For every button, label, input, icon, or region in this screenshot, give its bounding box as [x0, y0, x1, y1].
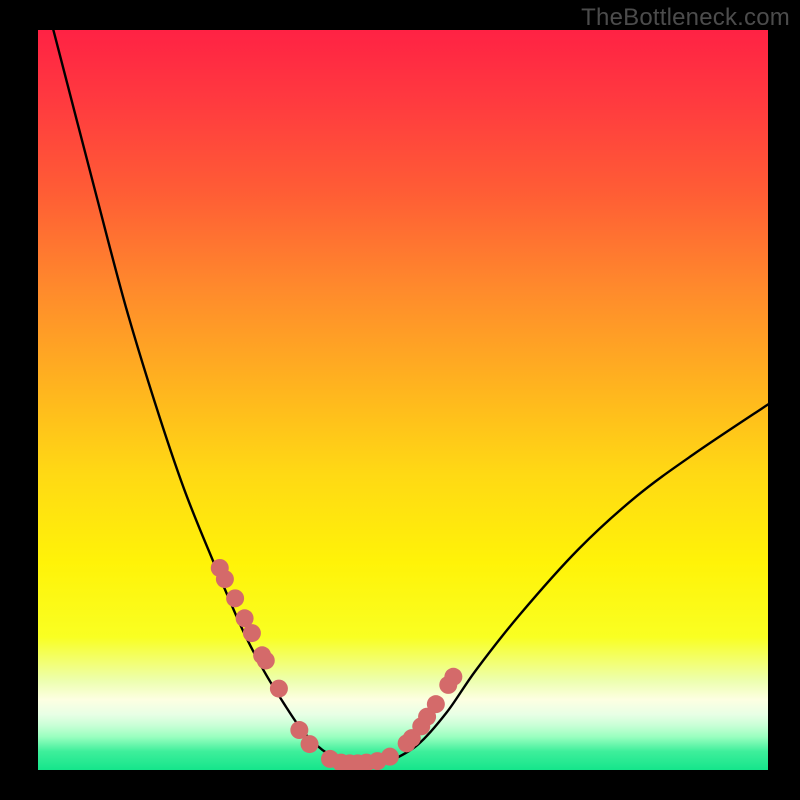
chart-curve-layer	[38, 30, 768, 770]
curve-marker	[257, 651, 275, 669]
curve-marker	[270, 680, 288, 698]
curve-marker	[243, 624, 261, 642]
chart-frame: TheBottleneck.com	[0, 0, 800, 800]
curve-marker	[444, 668, 462, 686]
curve-marker	[216, 570, 234, 588]
curve-marker	[381, 748, 399, 766]
attribution-text: TheBottleneck.com	[581, 4, 790, 32]
curve-marker	[226, 589, 244, 607]
curve-marker	[427, 695, 445, 713]
chart-plot-area	[38, 30, 768, 770]
curve-marker	[301, 735, 319, 753]
bottleneck-curve	[38, 30, 768, 765]
